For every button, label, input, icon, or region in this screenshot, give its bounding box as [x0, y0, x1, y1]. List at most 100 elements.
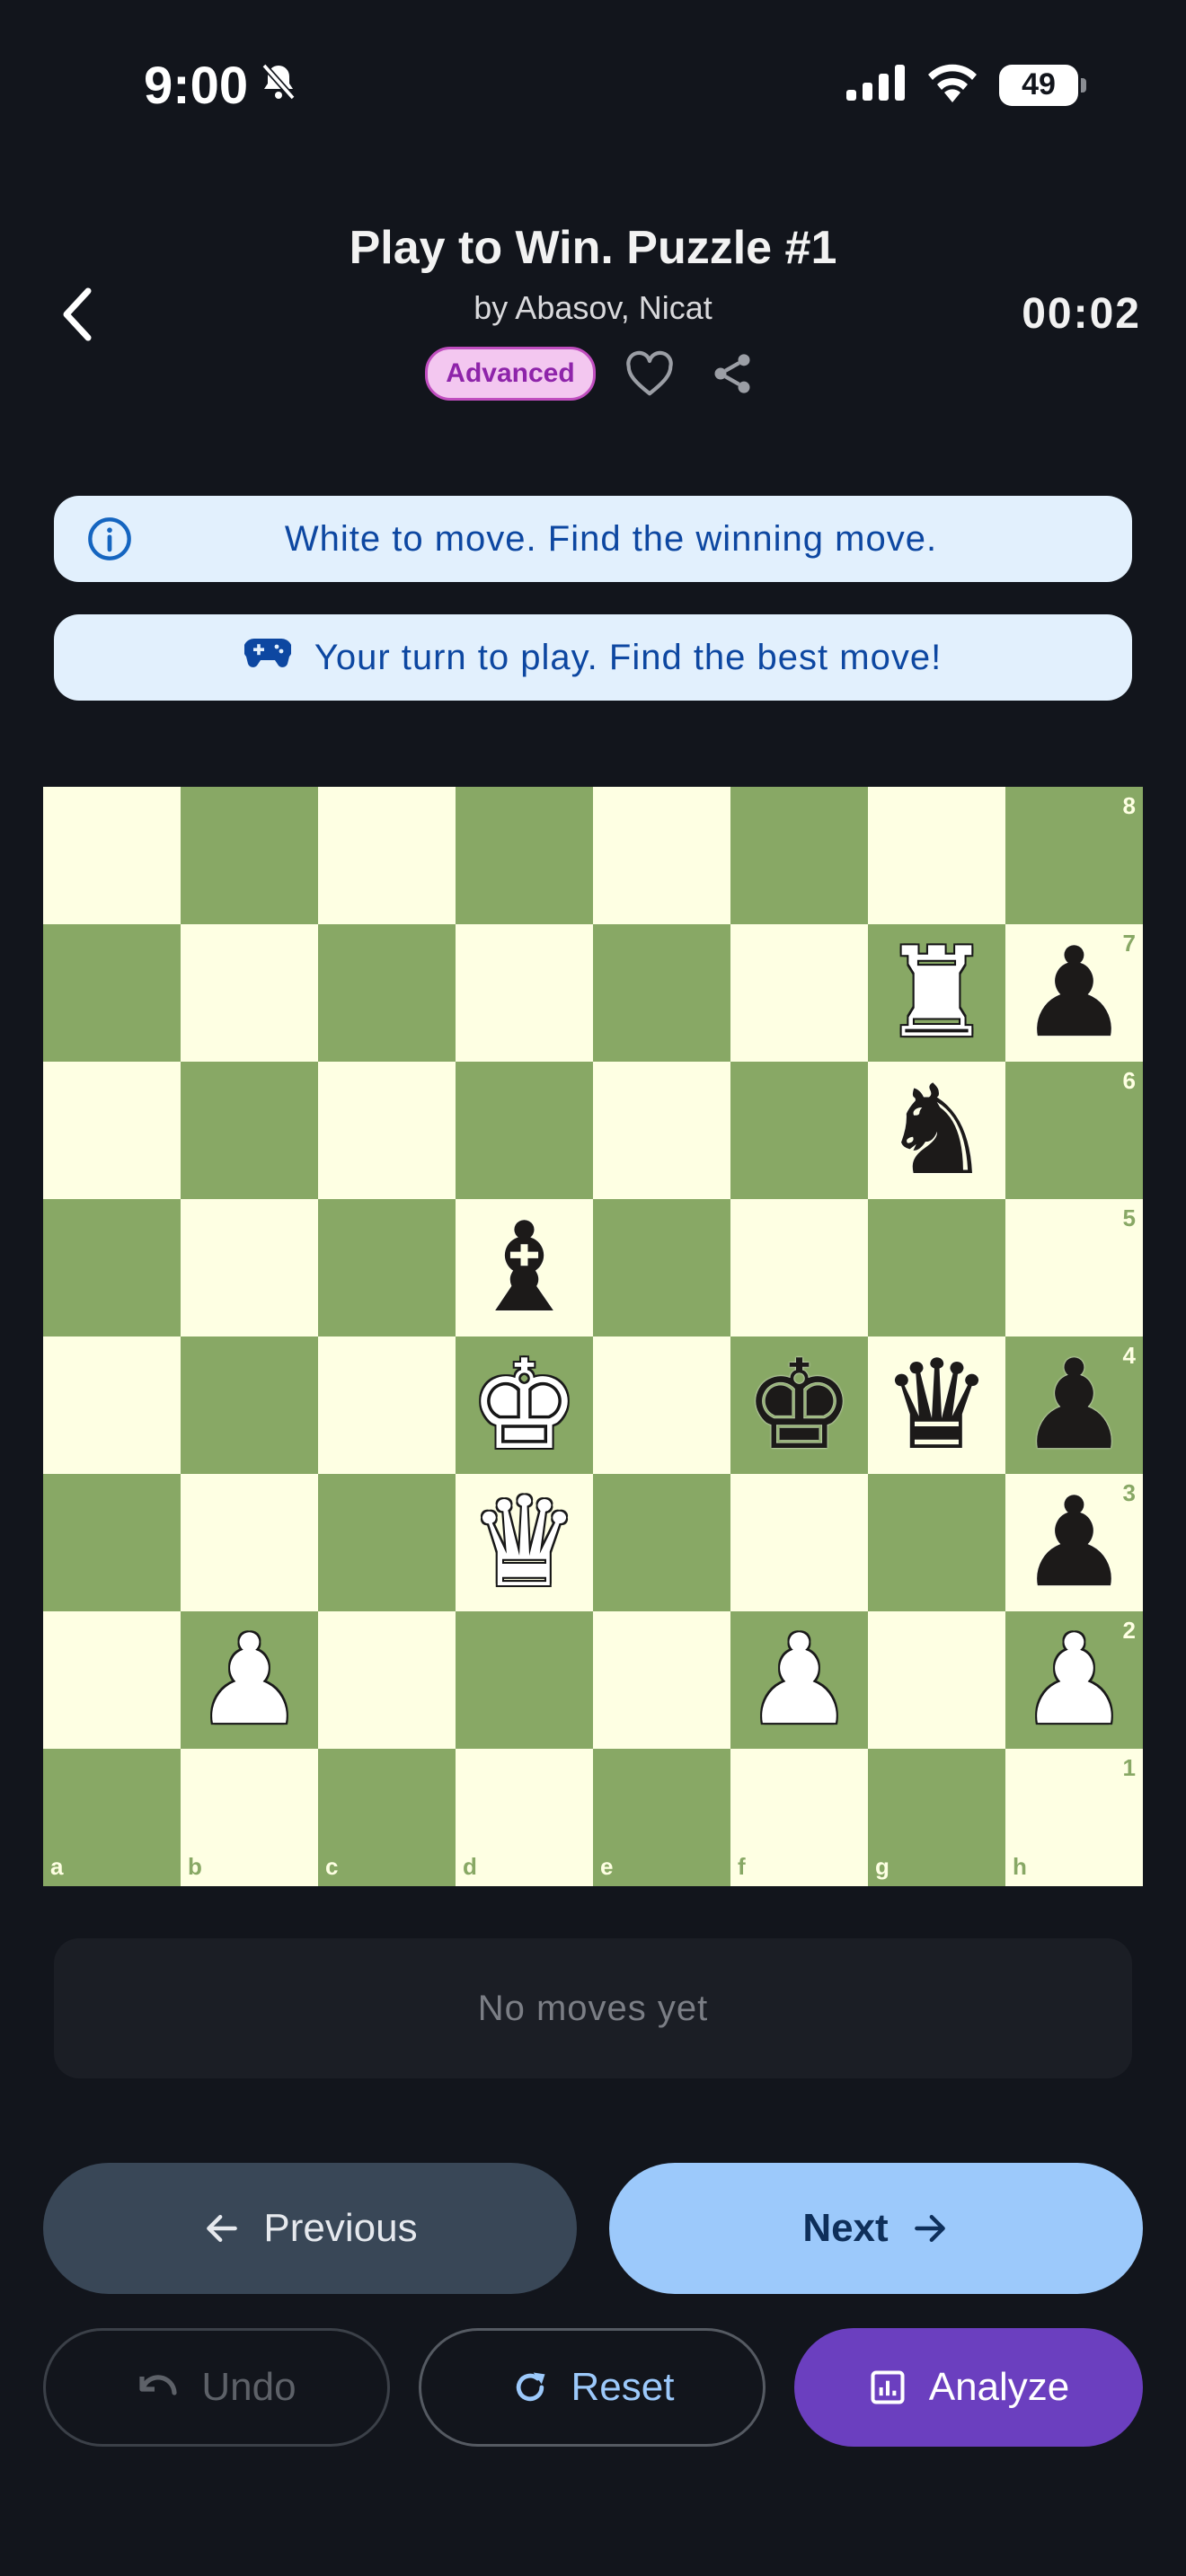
board-square-c2[interactable] [318, 1611, 456, 1749]
turn-text: Your turn to play. Find the best move! [314, 637, 943, 677]
board-square-a3[interactable] [43, 1474, 181, 1611]
board-square-e3[interactable] [593, 1474, 730, 1611]
board-square-b7[interactable] [181, 924, 318, 1062]
board-square-e6[interactable] [593, 1062, 730, 1199]
board-square-h7[interactable]: 7 ♟ [1005, 924, 1143, 1062]
white-rook-piece[interactable]: ♜ [881, 931, 993, 1055]
white-king-piece[interactable]: ♚ [469, 1343, 580, 1468]
board-square-c5[interactable] [318, 1199, 456, 1337]
silent-mode-icon [257, 56, 300, 116]
board-square-h2[interactable]: 2 ♟ [1005, 1611, 1143, 1749]
board-square-f3[interactable] [730, 1474, 868, 1611]
board-square-g1[interactable]: g [868, 1749, 1005, 1886]
reset-button[interactable]: Reset [419, 2328, 766, 2447]
board-square-e2[interactable] [593, 1611, 730, 1749]
board-square-a2[interactable] [43, 1611, 181, 1749]
board-square-d2[interactable] [456, 1611, 593, 1749]
white-pawn-piece[interactable]: ♟ [744, 1618, 855, 1742]
board-square-c7[interactable] [318, 924, 456, 1062]
board-square-a7[interactable] [43, 924, 181, 1062]
board-square-g8[interactable] [868, 787, 1005, 924]
board-square-e1[interactable]: e [593, 1749, 730, 1886]
board-square-e4[interactable] [593, 1337, 730, 1474]
black-pawn-piece[interactable]: ♟ [1019, 1343, 1130, 1468]
board-square-c4[interactable] [318, 1337, 456, 1474]
board-square-b2[interactable]: ♟ [181, 1611, 318, 1749]
next-button[interactable]: Next [609, 2163, 1143, 2294]
board-square-f7[interactable] [730, 924, 868, 1062]
white-pawn-piece[interactable]: ♟ [194, 1618, 305, 1742]
undo-button[interactable]: Undo [43, 2328, 390, 2447]
board-square-d6[interactable] [456, 1062, 593, 1199]
board-square-h1[interactable]: 1h [1005, 1749, 1143, 1886]
analyze-button[interactable]: Analyze [794, 2328, 1143, 2447]
board-square-g2[interactable] [868, 1611, 1005, 1749]
move-list-panel: No moves yet [54, 1938, 1132, 2078]
board-square-c8[interactable] [318, 787, 456, 924]
rank-label: 5 [1122, 1204, 1136, 1231]
board-square-c3[interactable] [318, 1474, 456, 1611]
board-square-d3[interactable]: ♛ [456, 1474, 593, 1611]
board-square-g6[interactable]: ♞ [868, 1062, 1005, 1199]
rank-label: 3 [1122, 1479, 1136, 1506]
board-square-g5[interactable] [868, 1199, 1005, 1337]
board-square-e7[interactable] [593, 924, 730, 1062]
board-square-g4[interactable]: ♛ [868, 1337, 1005, 1474]
board-square-d5[interactable]: ♝ [456, 1199, 593, 1337]
share-button[interactable] [704, 345, 761, 402]
black-knight-piece[interactable]: ♞ [881, 1068, 993, 1193]
board-square-d8[interactable] [456, 787, 593, 924]
board-square-a1[interactable]: a [43, 1749, 181, 1886]
board-square-f1[interactable]: f [730, 1749, 868, 1886]
board-square-f5[interactable] [730, 1199, 868, 1337]
board-square-b1[interactable]: b [181, 1749, 318, 1886]
undo-label: Undo [201, 2365, 296, 2409]
board-square-a6[interactable] [43, 1062, 181, 1199]
puzzle-title: Play to Win. Puzzle #1 [349, 222, 837, 274]
black-bishop-piece[interactable]: ♝ [469, 1205, 580, 1330]
board-square-h6[interactable]: 6 [1005, 1062, 1143, 1199]
board-square-f4[interactable]: ♚ [730, 1337, 868, 1474]
move-list-empty-text: No moves yet [477, 1988, 709, 2028]
rank-label: 7 [1122, 930, 1136, 957]
arrow-right-icon [914, 2214, 945, 2243]
white-pawn-piece[interactable]: ♟ [1019, 1618, 1130, 1742]
board-square-c1[interactable]: c [318, 1749, 456, 1886]
analyze-label: Analyze [928, 2365, 1070, 2409]
file-label: d [463, 1853, 477, 1880]
board-square-h5[interactable]: 5 [1005, 1199, 1143, 1337]
board-square-h3[interactable]: 3 ♟ [1005, 1474, 1143, 1611]
board-square-b6[interactable] [181, 1062, 318, 1199]
black-pawn-piece[interactable]: ♟ [1019, 1480, 1130, 1605]
board-square-h4[interactable]: 4 ♟ [1005, 1337, 1143, 1474]
board-square-b5[interactable] [181, 1199, 318, 1337]
black-king-piece[interactable]: ♚ [744, 1343, 855, 1468]
board-square-g7[interactable]: ♜ [868, 924, 1005, 1062]
board-square-e5[interactable] [593, 1199, 730, 1337]
chess-board[interactable]: 8 ♜ 7 ♟ ♞ 6 ♝ 5 ♚ ♚ ♛ 4 ♟ ♛ 3 ♟ ♟ ♟ 2 ♟ a b c d e f g 1 h [43, 787, 1143, 1886]
status-bar-time: 9:00 [144, 56, 300, 116]
board-square-g3[interactable] [868, 1474, 1005, 1611]
board-square-a8[interactable] [43, 787, 181, 924]
board-square-c6[interactable] [318, 1062, 456, 1199]
reset-label: Reset [571, 2365, 675, 2409]
board-square-e8[interactable] [593, 787, 730, 924]
black-queen-piece[interactable]: ♛ [881, 1343, 993, 1468]
board-square-b8[interactable] [181, 787, 318, 924]
board-square-h8[interactable]: 8 [1005, 787, 1143, 924]
previous-button[interactable]: Previous [43, 2163, 577, 2294]
board-square-f2[interactable]: ♟ [730, 1611, 868, 1749]
board-square-d4[interactable]: ♚ [456, 1337, 593, 1474]
black-pawn-piece[interactable]: ♟ [1019, 931, 1130, 1055]
board-square-a5[interactable] [43, 1199, 181, 1337]
favorite-button[interactable] [621, 345, 678, 402]
difficulty-badge: Advanced [425, 347, 596, 401]
board-square-a4[interactable] [43, 1337, 181, 1474]
board-square-f6[interactable] [730, 1062, 868, 1199]
board-square-b3[interactable] [181, 1474, 318, 1611]
board-square-f8[interactable] [730, 787, 868, 924]
white-queen-piece[interactable]: ♛ [469, 1480, 580, 1605]
board-square-d1[interactable]: d [456, 1749, 593, 1886]
board-square-d7[interactable] [456, 924, 593, 1062]
board-square-b4[interactable] [181, 1337, 318, 1474]
